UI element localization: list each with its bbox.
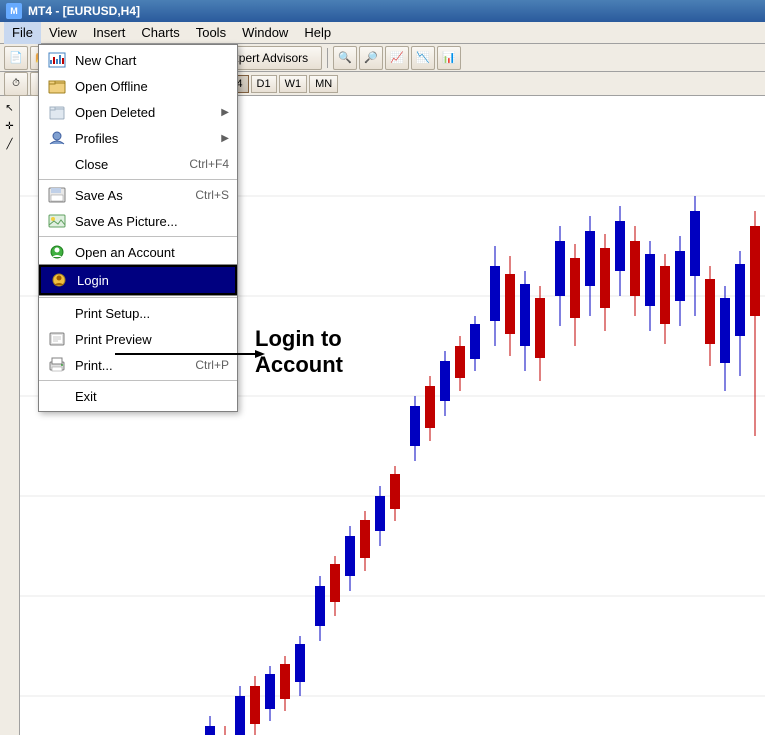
menu-file[interactable]: File xyxy=(4,22,41,44)
profiles-icon xyxy=(47,129,67,147)
chart-btn-3[interactable]: 📊 xyxy=(437,46,461,70)
separator-3 xyxy=(327,48,328,68)
sidebar-cursor[interactable]: ↖ xyxy=(2,100,18,116)
exit-label: Exit xyxy=(75,389,229,404)
menu-item-open-offline[interactable]: Open Offline xyxy=(39,73,237,99)
title-bar: M MT4 - [EURUSD,H4] xyxy=(0,0,765,22)
menu-item-open-deleted[interactable]: Open Deleted ▶ xyxy=(39,99,237,125)
file-dropdown-menu: New Chart Open Offline Open Deleted ▶ xyxy=(38,44,238,412)
window-title: MT4 - [EURUSD,H4] xyxy=(28,4,140,18)
menu-tools[interactable]: Tools xyxy=(188,22,234,44)
close-label: Close xyxy=(75,157,161,172)
close-shortcut: Ctrl+F4 xyxy=(189,157,229,171)
open-deleted-icon xyxy=(47,103,67,121)
menu-item-save-as[interactable]: Save As Ctrl+S xyxy=(39,182,237,208)
close-menu-icon xyxy=(47,155,67,173)
login-icon xyxy=(49,271,69,289)
print-preview-icon xyxy=(47,330,67,348)
separator-c xyxy=(39,297,237,298)
open-account-icon xyxy=(47,243,67,261)
menu-item-login[interactable]: Login xyxy=(39,265,237,295)
save-as-shortcut: Ctrl+S xyxy=(195,188,229,202)
print-label: Print... xyxy=(75,358,167,373)
menu-item-profiles[interactable]: Profiles ▶ xyxy=(39,125,237,151)
zoom-out-btn[interactable]: 🔎 xyxy=(359,46,383,70)
chart-btn-2[interactable]: 📉 xyxy=(411,46,435,70)
new-chart-label: New Chart xyxy=(75,53,229,68)
print-setup-icon xyxy=(47,304,67,322)
save-picture-icon xyxy=(47,212,67,230)
menu-view[interactable]: View xyxy=(41,22,85,44)
open-deleted-label: Open Deleted xyxy=(75,105,213,120)
new-chart-btn[interactable]: 📄 xyxy=(4,46,28,70)
zoom-in-btn[interactable]: 🔍 xyxy=(333,46,357,70)
annotation-text: Login to Account xyxy=(255,326,343,379)
new-chart-icon xyxy=(47,51,67,69)
tf-d1[interactable]: D1 xyxy=(251,75,277,93)
menu-charts[interactable]: Charts xyxy=(133,22,187,44)
login-label: Login xyxy=(77,273,227,288)
save-picture-label: Save As Picture... xyxy=(75,214,229,229)
tf-w1[interactable]: W1 xyxy=(279,75,308,93)
menu-item-open-account[interactable]: Open an Account xyxy=(39,239,237,265)
open-offline-label: Open Offline xyxy=(75,79,229,94)
profiles-label: Profiles xyxy=(75,131,213,146)
open-account-label: Open an Account xyxy=(75,245,229,260)
open-offline-icon xyxy=(47,77,67,95)
menu-item-new-chart[interactable]: New Chart xyxy=(39,47,237,73)
separator-d xyxy=(39,380,237,381)
menu-item-print[interactable]: Print... Ctrl+P xyxy=(39,352,237,378)
open-deleted-arrow: ▶ xyxy=(221,107,229,118)
separator-b xyxy=(39,236,237,237)
chart-btn-1[interactable]: 📈 xyxy=(385,46,409,70)
menu-help[interactable]: Help xyxy=(296,22,339,44)
save-as-icon xyxy=(47,186,67,204)
tf-tool-btn[interactable]: ⏱ xyxy=(4,72,28,96)
separator-a xyxy=(39,179,237,180)
tf-mn[interactable]: MN xyxy=(309,75,338,93)
menu-item-exit[interactable]: Exit xyxy=(39,383,237,409)
save-as-label: Save As xyxy=(75,188,167,203)
sidebar-crosshair[interactable]: ✛ xyxy=(2,118,18,134)
menu-window[interactable]: Window xyxy=(234,22,296,44)
print-preview-label: Print Preview xyxy=(75,332,229,347)
print-setup-label: Print Setup... xyxy=(75,306,229,321)
print-shortcut: Ctrl+P xyxy=(195,358,229,372)
menu-item-print-preview[interactable]: Print Preview xyxy=(39,326,237,352)
annotation-container: Login to Account xyxy=(255,326,343,379)
left-sidebar: ↖ ✛ ╱ xyxy=(0,96,20,735)
print-icon xyxy=(47,356,67,374)
menu-item-close[interactable]: Close Ctrl+F4 xyxy=(39,151,237,177)
menu-bar: File View Insert Charts Tools Window Hel… xyxy=(0,22,765,44)
menu-item-print-setup[interactable]: Print Setup... xyxy=(39,300,237,326)
sidebar-line[interactable]: ╱ xyxy=(2,136,18,152)
menu-insert[interactable]: Insert xyxy=(85,22,134,44)
menu-item-save-picture[interactable]: Save As Picture... xyxy=(39,208,237,234)
exit-icon xyxy=(47,387,67,405)
profiles-arrow: ▶ xyxy=(221,133,229,144)
app-icon: M xyxy=(6,3,22,19)
